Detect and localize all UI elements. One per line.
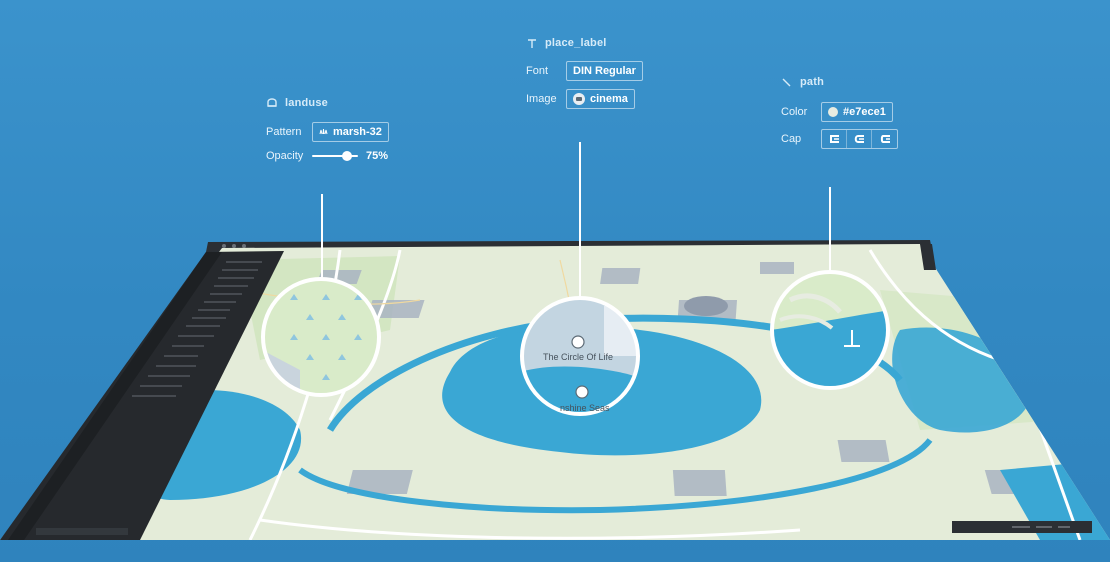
place-label-panel-title: place_label xyxy=(526,37,643,49)
fill-layer-icon xyxy=(266,97,278,109)
cap-label: Cap xyxy=(781,133,802,145)
image-field[interactable]: cinema xyxy=(566,89,635,109)
leader-line-place-label xyxy=(579,142,581,298)
landuse-panel-title: landuse xyxy=(266,97,389,109)
cap-butt-button[interactable] xyxy=(822,130,847,148)
color-value: #e7ece1 xyxy=(843,106,886,118)
opacity-value: 75% xyxy=(366,150,389,162)
cap-round-icon xyxy=(854,135,864,143)
font-field[interactable]: DIN Regular xyxy=(566,61,643,81)
pattern-label: Pattern xyxy=(266,126,302,138)
font-value: DIN Regular xyxy=(573,65,636,77)
cap-square-icon xyxy=(880,135,890,143)
path-style-panel: path Color #e7ece1 Cap xyxy=(781,76,898,149)
path-panel-title: path xyxy=(781,76,898,88)
color-field[interactable]: #e7ece1 xyxy=(821,102,893,122)
landuse-layer-name: landuse xyxy=(285,97,328,109)
opacity-slider-thumb[interactable] xyxy=(342,151,352,161)
place-label-style-panel: place_label Font DIN Regular Image cinem… xyxy=(526,37,643,109)
opacity-slider[interactable] xyxy=(312,151,358,161)
property-search-field[interactable] xyxy=(36,528,128,535)
font-label: Font xyxy=(526,65,549,77)
path-layer-name: path xyxy=(800,76,825,88)
pattern-value: marsh-32 xyxy=(333,126,382,138)
place-label-layer-name: place_label xyxy=(545,37,607,49)
line-layer-icon xyxy=(781,76,793,88)
opacity-label: Opacity xyxy=(266,150,304,162)
text-layer-icon xyxy=(526,37,538,49)
map-label-circle-of-life: The Circle Of Life xyxy=(543,352,614,362)
marsh-pattern-icon xyxy=(319,126,328,138)
cap-butt-icon xyxy=(830,135,839,143)
leader-line-landuse xyxy=(321,194,323,278)
map-label-sunshine-seasons: nshine Seas xyxy=(560,403,610,413)
cap-selector[interactable] xyxy=(821,129,898,149)
cap-square-button[interactable] xyxy=(872,130,897,148)
pattern-field[interactable]: marsh-32 xyxy=(312,122,389,142)
cinema-icon xyxy=(573,93,585,105)
color-label: Color xyxy=(781,106,808,118)
color-swatch[interactable] xyxy=(828,107,838,117)
cap-round-button[interactable] xyxy=(847,130,872,148)
image-value: cinema xyxy=(590,93,628,105)
leader-line-path xyxy=(829,187,831,273)
landuse-style-panel: landuse Pattern marsh-32 Opacity 75% xyxy=(266,97,389,162)
image-label: Image xyxy=(526,93,557,105)
